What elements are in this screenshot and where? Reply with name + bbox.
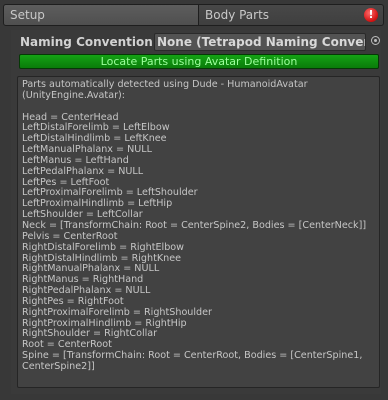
log-line: LeftPedalPhalanx = NULL: [22, 165, 144, 177]
log-line: CenterSpine2]]: [22, 360, 95, 372]
tab-body-parts[interactable]: Body Parts !: [199, 4, 384, 26]
locate-parts-button[interactable]: Locate Parts using Avatar Definition: [19, 54, 379, 69]
naming-convention-field[interactable]: None (Tetrapod Naming Convention): [154, 33, 366, 51]
error-icon: !: [364, 8, 378, 22]
detection-log-textarea[interactable]: Parts automatically detected using Dude …: [17, 76, 380, 388]
log-line: (UnityEngine.Avatar):: [22, 89, 125, 101]
log-line: RightDistalForelimb = RightElbow: [22, 241, 185, 253]
tab-setup-label: Setup: [10, 8, 45, 22]
tab-setup[interactable]: Setup: [3, 4, 199, 26]
log-line: RightProximalForelimb = RightShoulder: [22, 306, 212, 318]
tab-bar: Setup Body Parts !: [3, 4, 384, 26]
naming-convention-row: Naming Convention None (Tetrapod Naming …: [10, 33, 384, 51]
tab-body-parts-label: Body Parts: [205, 8, 270, 22]
gear-icon[interactable]: [371, 36, 380, 45]
naming-convention-label: Naming Convention: [20, 35, 153, 49]
